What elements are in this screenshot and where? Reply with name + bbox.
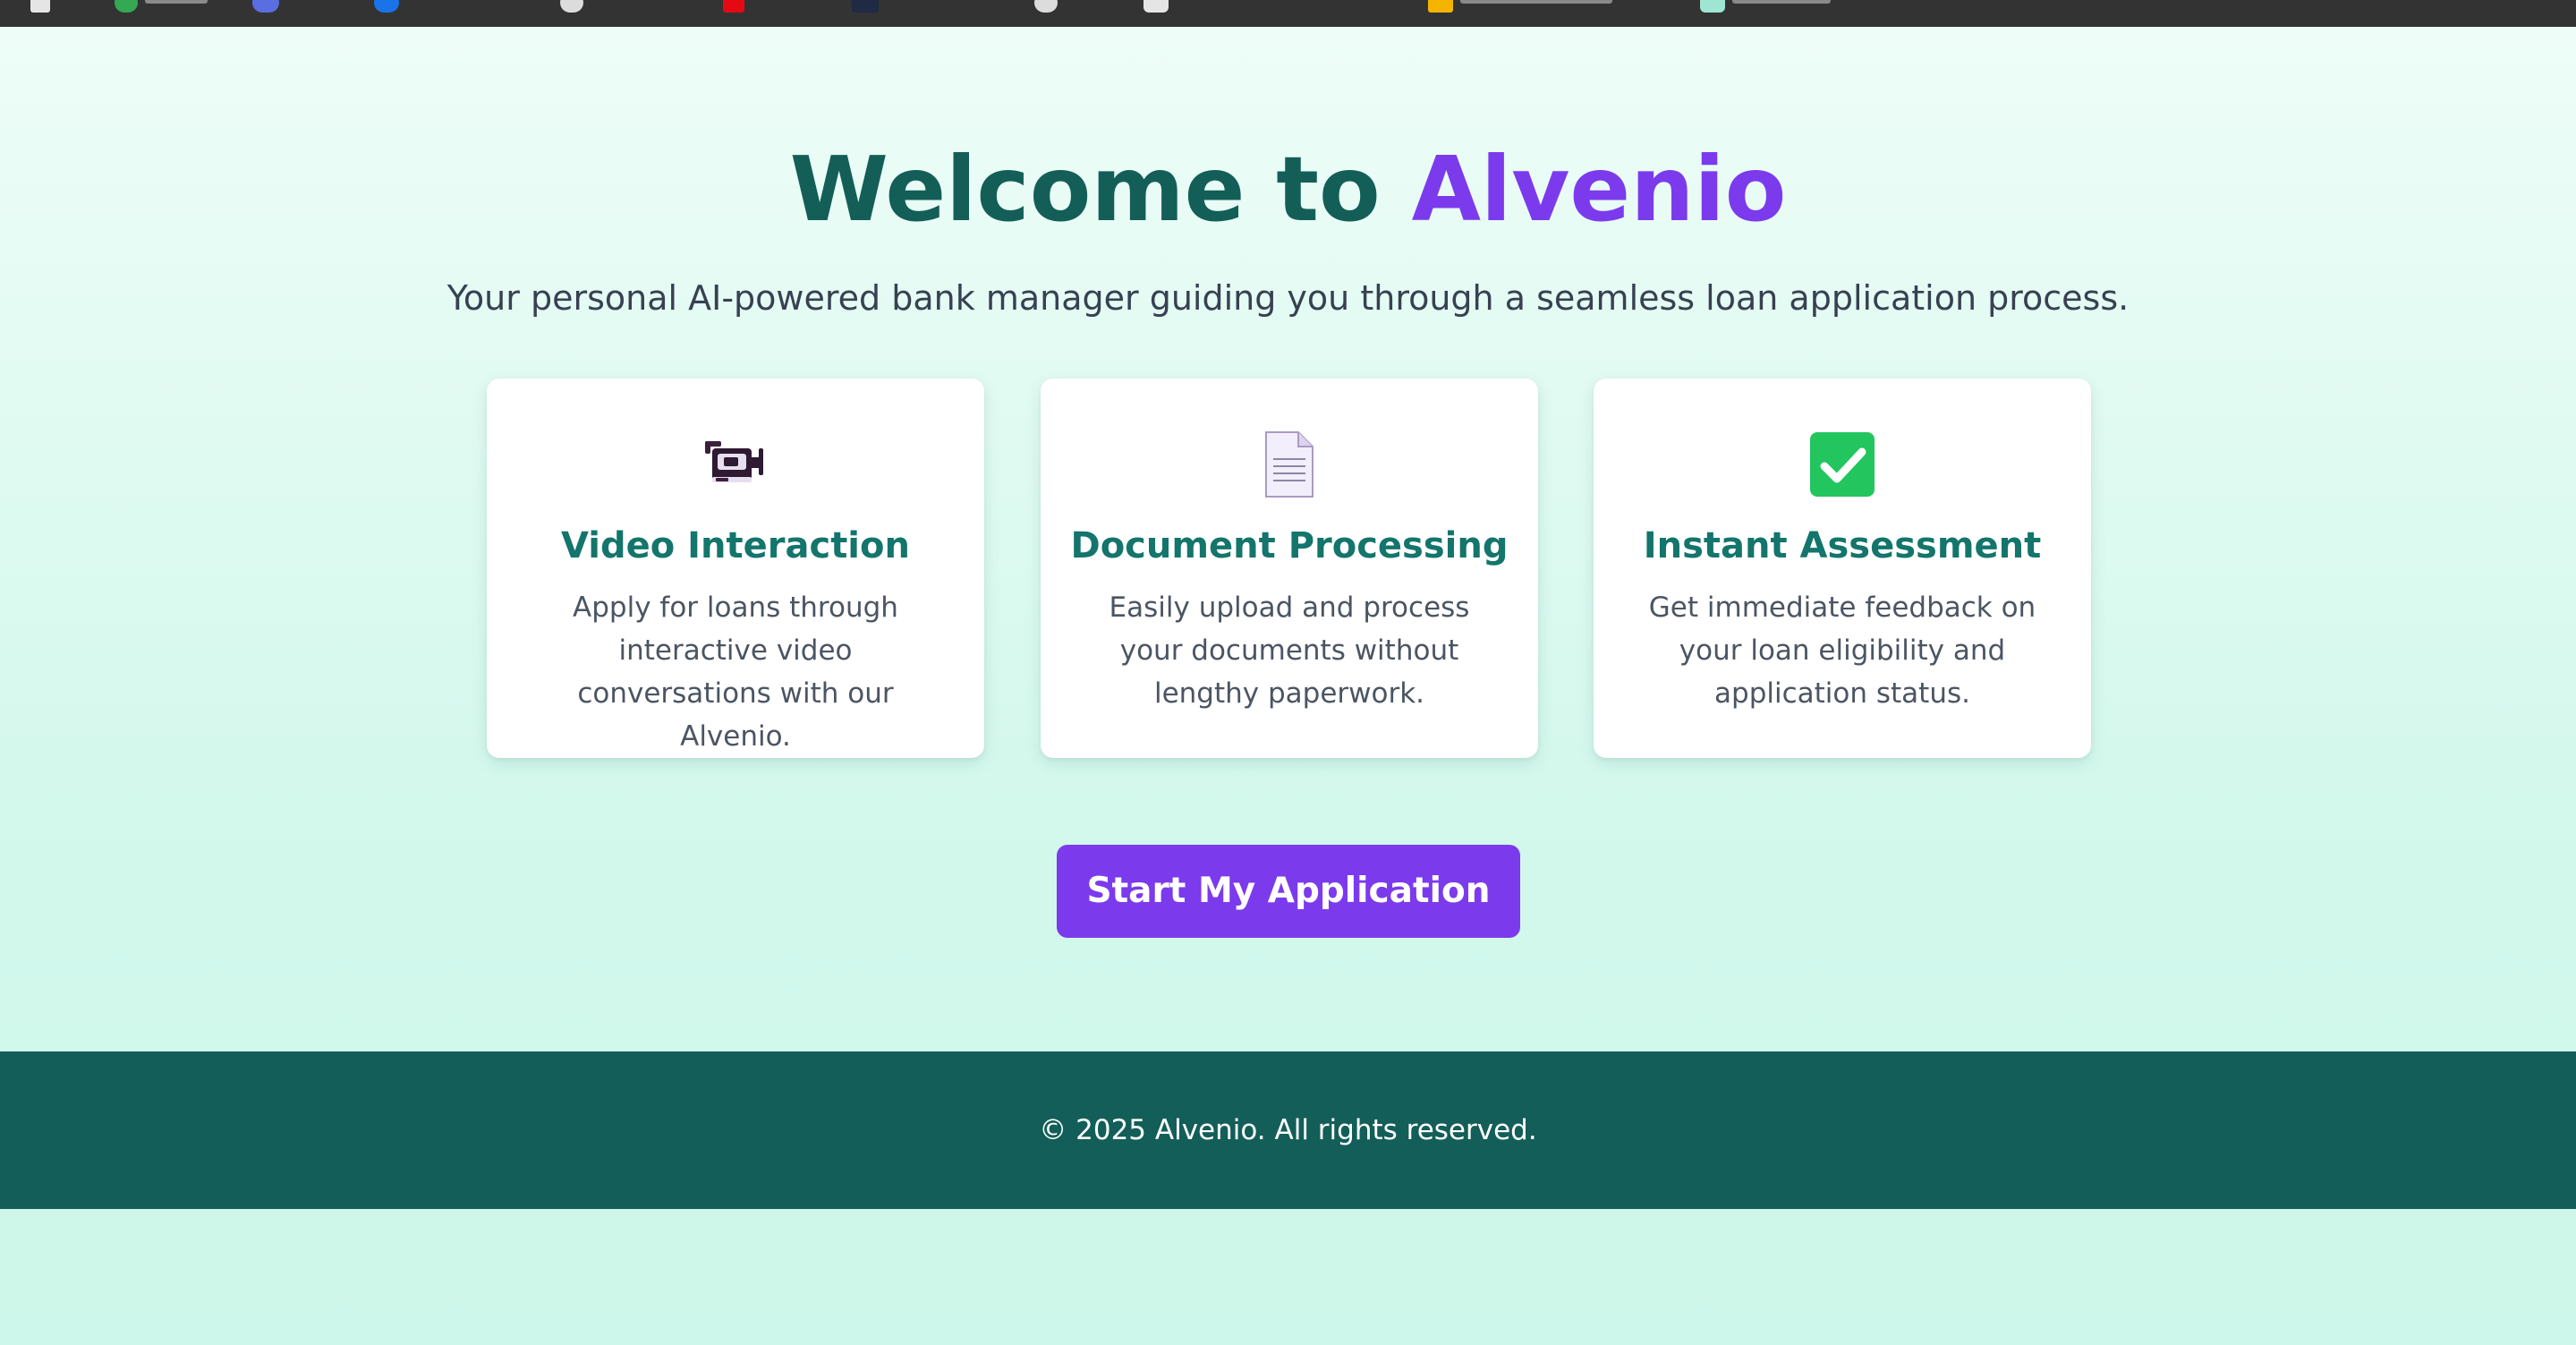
- video-camera-icon: [700, 429, 771, 500]
- feature-title: Video Interaction: [561, 525, 910, 566]
- brand-name: Alvenio: [1411, 137, 1787, 242]
- feature-title: Document Processing: [1070, 525, 1509, 566]
- page-title: Welcome to Alvenio: [0, 136, 2576, 243]
- bookmark-label[interactable]: [1460, 0, 1612, 4]
- feature-title: Instant Assessment: [1643, 525, 2042, 566]
- bookmark-icon[interactable]: [1428, 0, 1453, 13]
- feature-description: Apply for loans through interactive vide…: [573, 592, 898, 753]
- title-prefix: Welcome to: [789, 137, 1412, 242]
- feature-description: Easily upload and process your documents…: [1109, 592, 1470, 710]
- start-application-button[interactable]: Start My Application: [1057, 845, 1520, 938]
- bookmark-icon[interactable]: [560, 0, 583, 13]
- bookmark-icon[interactable]: [252, 0, 279, 13]
- hero-subtitle: Your personal AI-powered bank manager gu…: [446, 278, 2130, 318]
- feature-card-document-processing: Document Processing Easily upload and pr…: [1041, 379, 1538, 758]
- bookmark-icon[interactable]: [115, 0, 138, 13]
- check-mark-icon: [1807, 429, 1878, 500]
- feature-card-video-interaction: Video Interaction Apply for loans throug…: [487, 379, 984, 758]
- bookmark-label[interactable]: [145, 0, 208, 4]
- browser-bookmarks-bar: [0, 0, 2576, 27]
- bookmark-icon[interactable]: [723, 0, 744, 13]
- bookmark-icon[interactable]: [1143, 0, 1169, 13]
- bookmark-icon[interactable]: [1034, 0, 1058, 13]
- feature-description: Get immediate feedback on your loan elig…: [1648, 592, 2036, 710]
- copyright-text: © 2025 Alvenio. All rights reserved.: [1039, 1114, 1537, 1146]
- bookmark-icon[interactable]: [374, 0, 399, 13]
- bookmark-icon[interactable]: [852, 0, 879, 13]
- bookmark-label[interactable]: [1732, 0, 1831, 4]
- document-icon: [1254, 429, 1325, 500]
- bookmark-icon[interactable]: [1700, 0, 1725, 13]
- footer: © 2025 Alvenio. All rights reserved.: [0, 1051, 2576, 1209]
- bookmark-icon[interactable]: [30, 0, 50, 13]
- feature-card-instant-assessment: Instant Assessment Get immediate feedbac…: [1594, 379, 2091, 758]
